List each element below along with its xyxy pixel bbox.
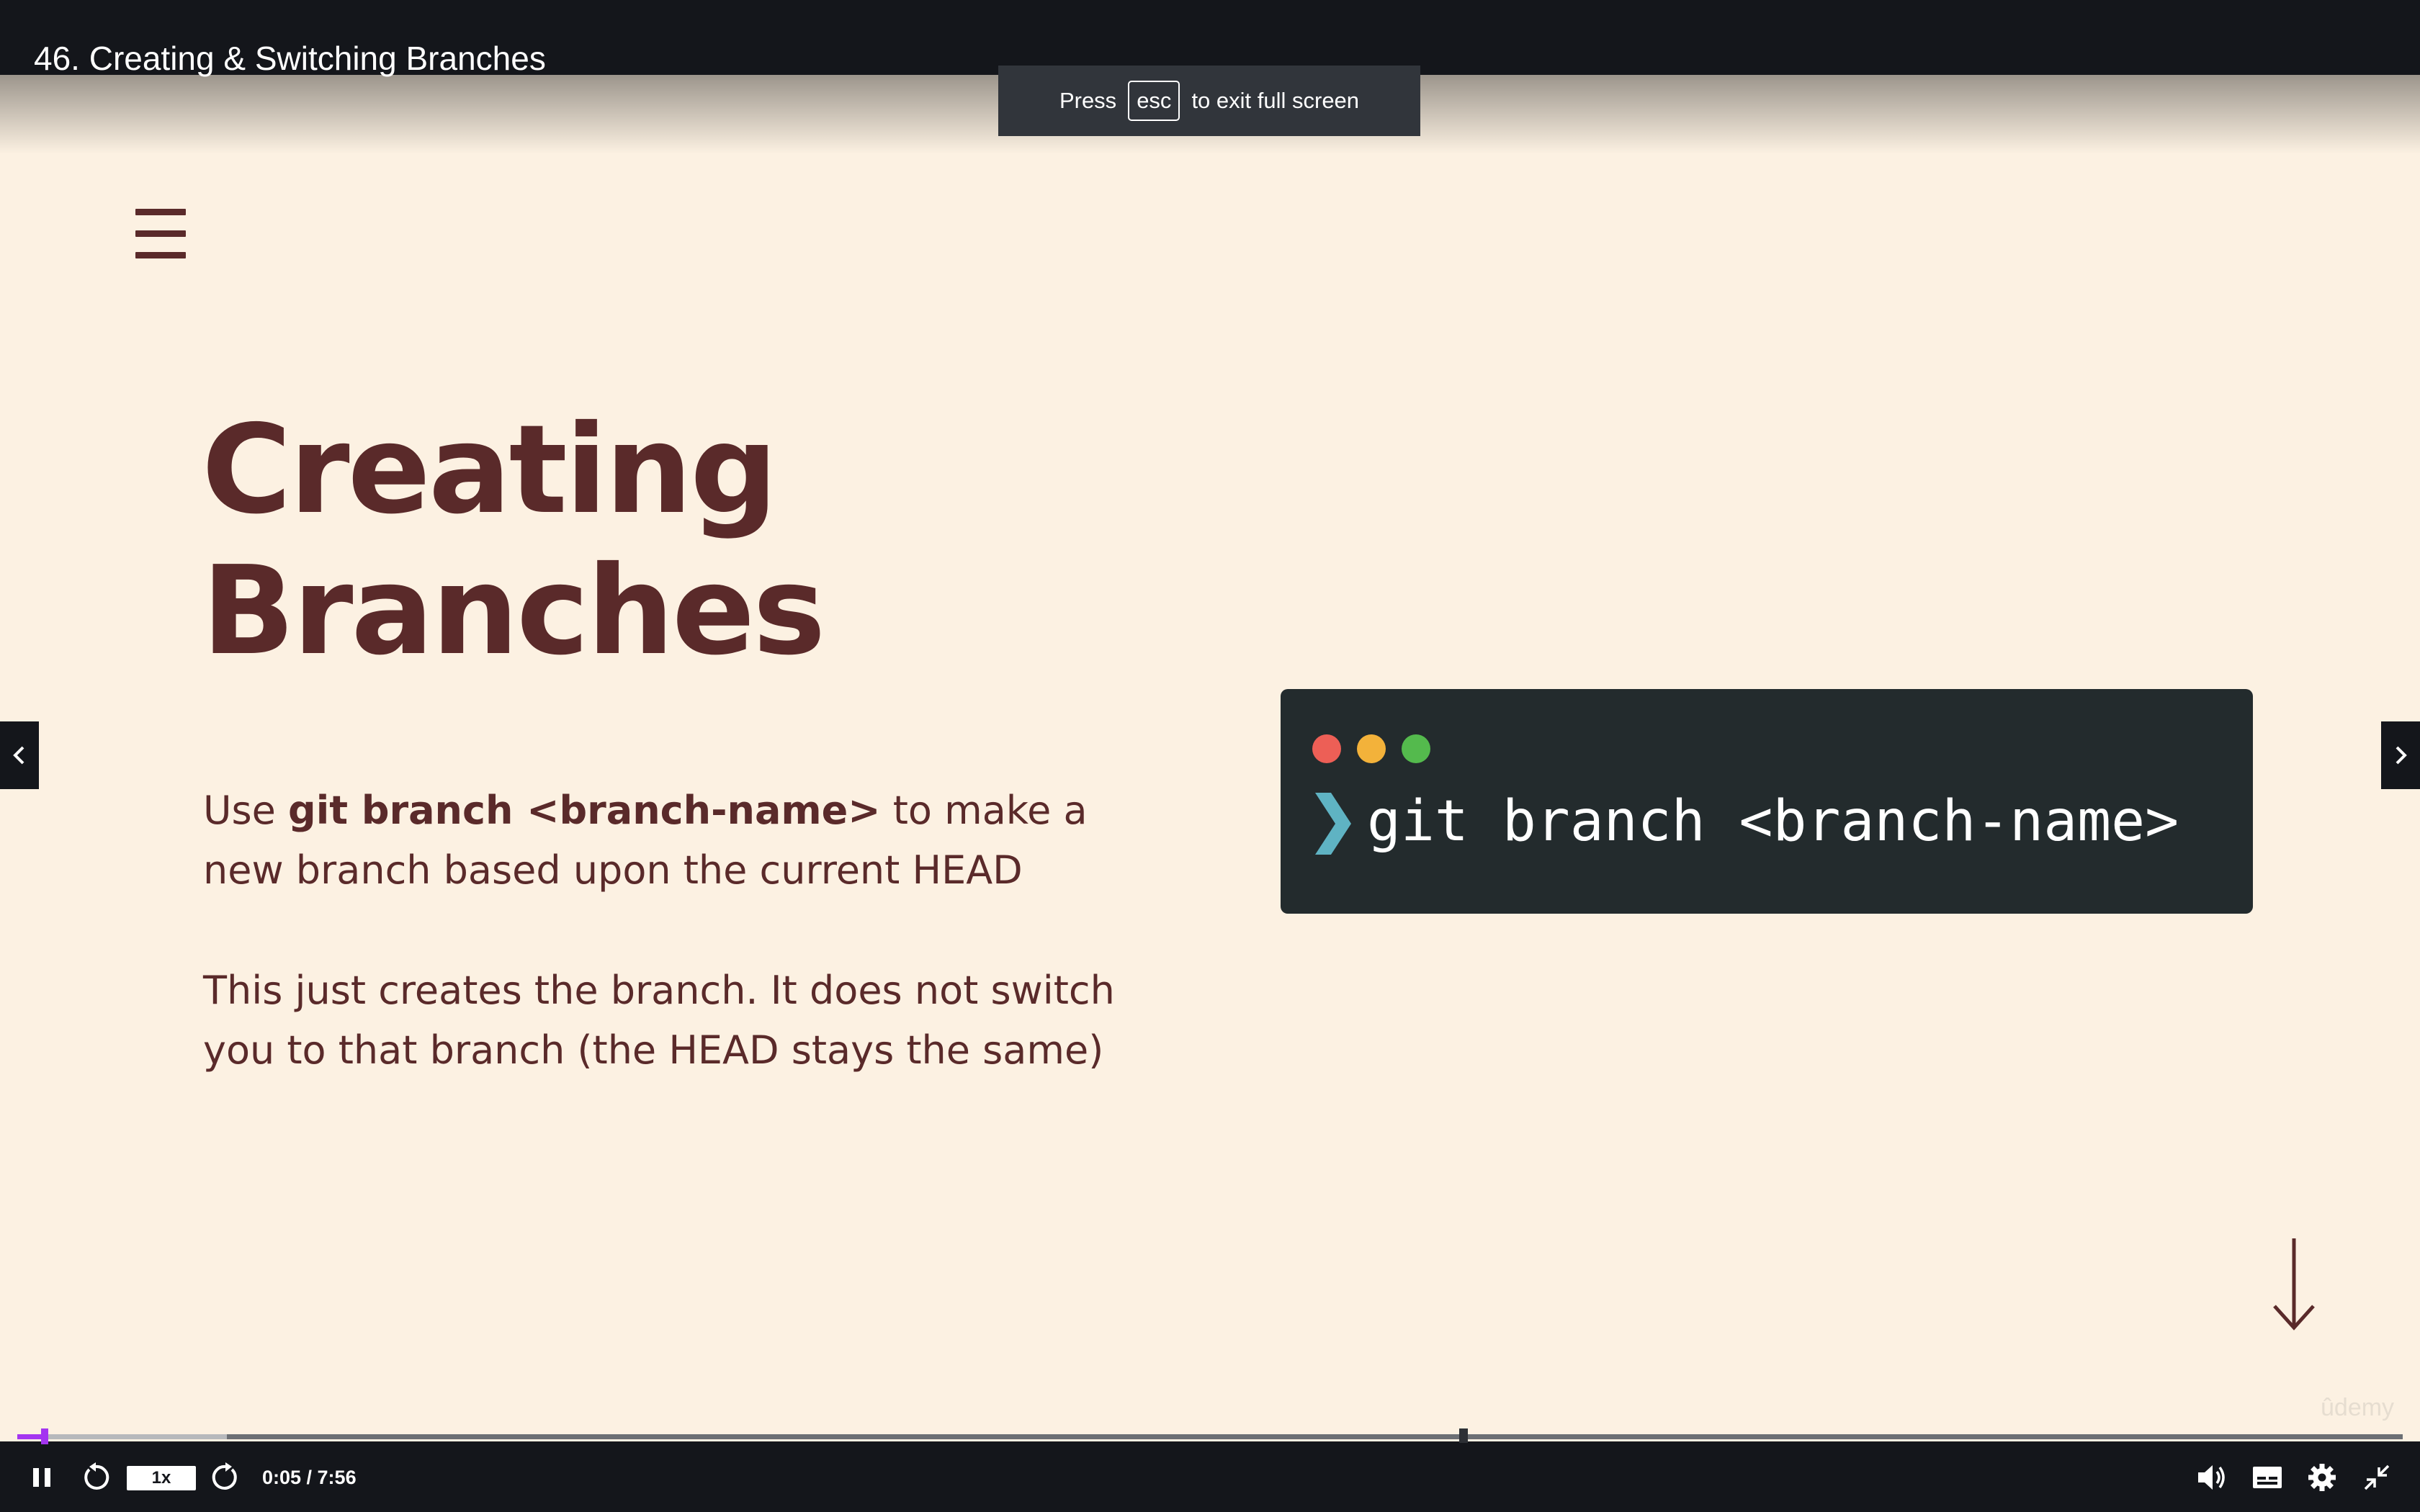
slide-paragraph-2: This just creates the branch. It does no… — [203, 968, 1115, 1073]
slide-heading-line-2: Branches — [202, 540, 825, 683]
udemy-watermark: ûdemy — [2321, 1394, 2395, 1421]
forward-5-icon — [212, 1462, 237, 1490]
volume-button[interactable] — [2197, 1462, 2228, 1493]
rewind-5-icon — [84, 1462, 109, 1490]
playback-speed-button[interactable]: 1x — [127, 1466, 196, 1490]
player-control-bar — [0, 1441, 2420, 1512]
gear-icon — [2308, 1464, 2336, 1491]
pause-icon — [33, 1468, 50, 1487]
progress-chapter-marker — [1459, 1428, 1468, 1443]
rewind-button[interactable] — [81, 1462, 111, 1493]
esc-key-badge: esc — [1128, 81, 1180, 121]
prev-slide-button[interactable] — [0, 721, 39, 789]
settings-button[interactable] — [2306, 1462, 2338, 1493]
terminal-maximize-dot — [1402, 734, 1430, 763]
fullscreen-toast: Press esc to exit full screen — [998, 66, 1420, 136]
slide-heading-line-1: Creating — [202, 399, 778, 541]
exit-fullscreen-icon — [2364, 1464, 2390, 1490]
volume-icon — [2198, 1465, 2225, 1490]
slide-paragraph-1: Use git branch <branch-name> to make a n… — [203, 780, 1168, 900]
hamburger-menu-icon[interactable] — [135, 209, 186, 259]
chevron-right-icon — [2396, 746, 2407, 765]
pause-button[interactable] — [30, 1462, 53, 1493]
time-display: 0:05 / 7:56 — [262, 1466, 357, 1488]
chevron-left-icon — [13, 746, 24, 765]
terminal-close-dot — [1312, 734, 1341, 763]
progress-scrubber-handle[interactable] — [40, 1428, 48, 1444]
paragraph-1-prefix: Use — [203, 788, 289, 833]
prompt-chevron-icon — [1315, 793, 1351, 855]
toast-press-text: Press — [1059, 88, 1117, 113]
captions-button[interactable] — [2251, 1462, 2283, 1493]
terminal-minimize-dot — [1357, 734, 1386, 763]
next-slide-button[interactable] — [2381, 721, 2420, 789]
progress-played — [17, 1434, 42, 1439]
terminal-command: git branch <branch-name> — [1367, 789, 2179, 854]
exit-fullscreen-button[interactable] — [2362, 1462, 2391, 1493]
progress-buffered — [17, 1434, 228, 1439]
paragraph-1-command: git branch <branch-name> — [288, 788, 881, 833]
toast-message: to exit full screen — [1191, 88, 1360, 113]
progress-bar[interactable] — [17, 1428, 2403, 1444]
arrow-down-icon[interactable] — [2269, 1237, 2319, 1331]
captions-icon — [2253, 1467, 2282, 1488]
terminal-window: git branch <branch-name> — [1281, 689, 2253, 914]
lecture-title: 46. Creating & Switching Branches — [34, 40, 546, 77]
slide-heading: Creating Branches — [202, 400, 850, 682]
forward-button[interactable] — [210, 1462, 241, 1493]
